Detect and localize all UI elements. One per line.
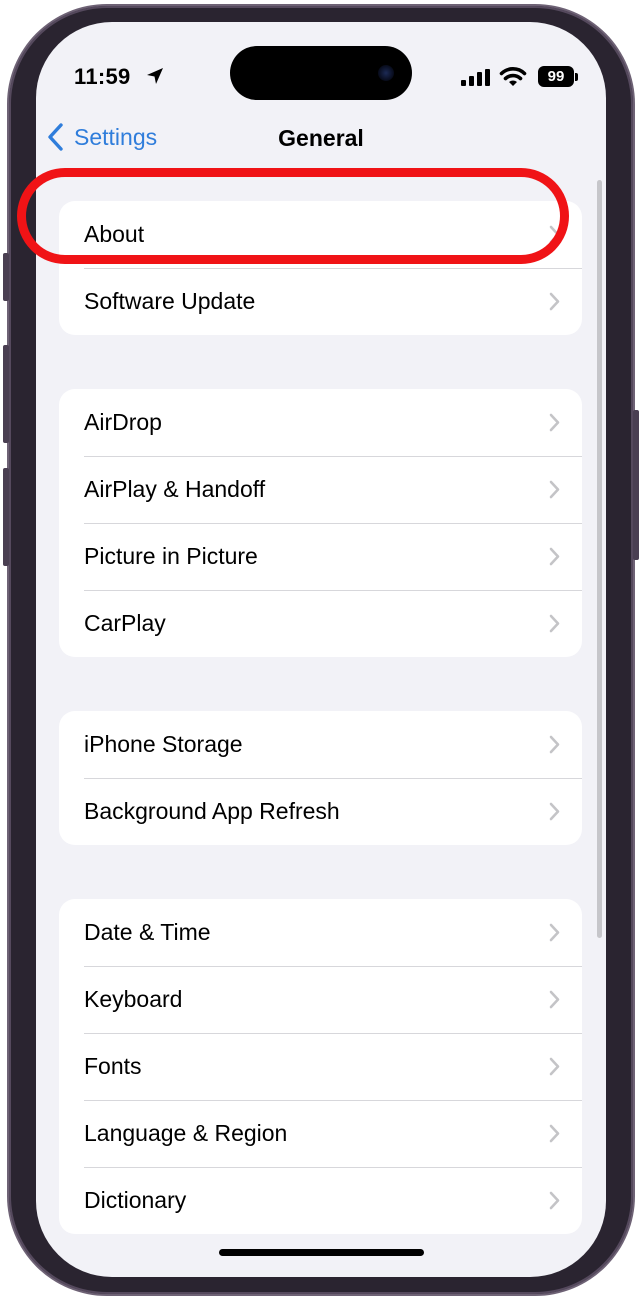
row-label: AirPlay & Handoff [84,476,266,502]
home-indicator[interactable] [219,1249,424,1256]
chevron-right-icon [549,735,560,759]
wifi-icon [499,65,527,92]
row-label: Picture in Picture [84,543,258,569]
chevron-right-icon [549,923,560,947]
row-software-update[interactable]: Software Update [59,268,582,335]
chevron-right-icon [549,547,560,571]
cellular-signal-icon [461,69,491,91]
battery-indicator: 99 [538,66,574,87]
chevron-right-icon [549,1057,560,1081]
row-label: Date & Time [84,919,211,945]
settings-group-4: Date & Time Keyboard Fonts Language & Re… [59,899,582,1234]
chevron-right-icon [549,614,560,638]
status-time: 11:59 [74,64,131,89]
settings-group-2: AirDrop AirPlay & Handoff Picture in Pic… [59,389,582,657]
chevron-right-icon [549,802,560,826]
chevron-right-icon [549,1191,560,1215]
navigation-bar: Settings General [36,117,606,165]
settings-group-3: iPhone Storage Background App Refresh [59,711,582,845]
row-label: CarPlay [84,610,166,636]
scrollbar[interactable] [597,180,602,938]
row-label: AirDrop [84,409,162,435]
row-airplay-handoff[interactable]: AirPlay & Handoff [59,456,582,523]
row-label: Software Update [84,288,256,314]
row-label: Dictionary [84,1187,187,1213]
row-fonts[interactable]: Fonts [59,1033,582,1100]
row-carplay[interactable]: CarPlay [59,590,582,657]
chevron-right-icon [549,413,560,437]
location-arrow-icon [146,67,164,90]
chevron-right-icon [549,292,560,316]
row-about[interactable]: About [59,201,582,268]
row-keyboard[interactable]: Keyboard [59,966,582,1033]
action-button [3,253,9,301]
row-dictionary[interactable]: Dictionary [59,1167,582,1234]
row-picture-in-picture[interactable]: Picture in Picture [59,523,582,590]
page-title: General [278,125,364,151]
row-label: About [84,221,145,247]
volume-down-button [3,468,9,566]
row-date-time[interactable]: Date & Time [59,899,582,966]
row-label: Language & Region [84,1120,288,1146]
battery-tip [575,73,578,81]
volume-up-button [3,345,9,443]
row-label: Keyboard [84,986,183,1012]
front-camera-icon [378,65,394,81]
row-airdrop[interactable]: AirDrop [59,389,582,456]
chevron-right-icon [549,225,560,249]
chevron-right-icon [549,1124,560,1148]
row-iphone-storage[interactable]: iPhone Storage [59,711,582,778]
dynamic-island [230,46,412,100]
row-background-app-refresh[interactable]: Background App Refresh [59,778,582,845]
chevron-right-icon [549,990,560,1014]
settings-group-1: About Software Update [59,201,582,335]
screen: 11:59 99 Settings General About Software… [36,22,606,1277]
status-bar: 11:59 99 [36,22,606,112]
power-button [633,410,639,560]
row-label: Fonts [84,1053,142,1079]
chevron-right-icon [549,480,560,504]
row-language-region[interactable]: Language & Region [59,1100,582,1167]
row-label: iPhone Storage [84,731,243,757]
row-label: Background App Refresh [84,798,340,824]
